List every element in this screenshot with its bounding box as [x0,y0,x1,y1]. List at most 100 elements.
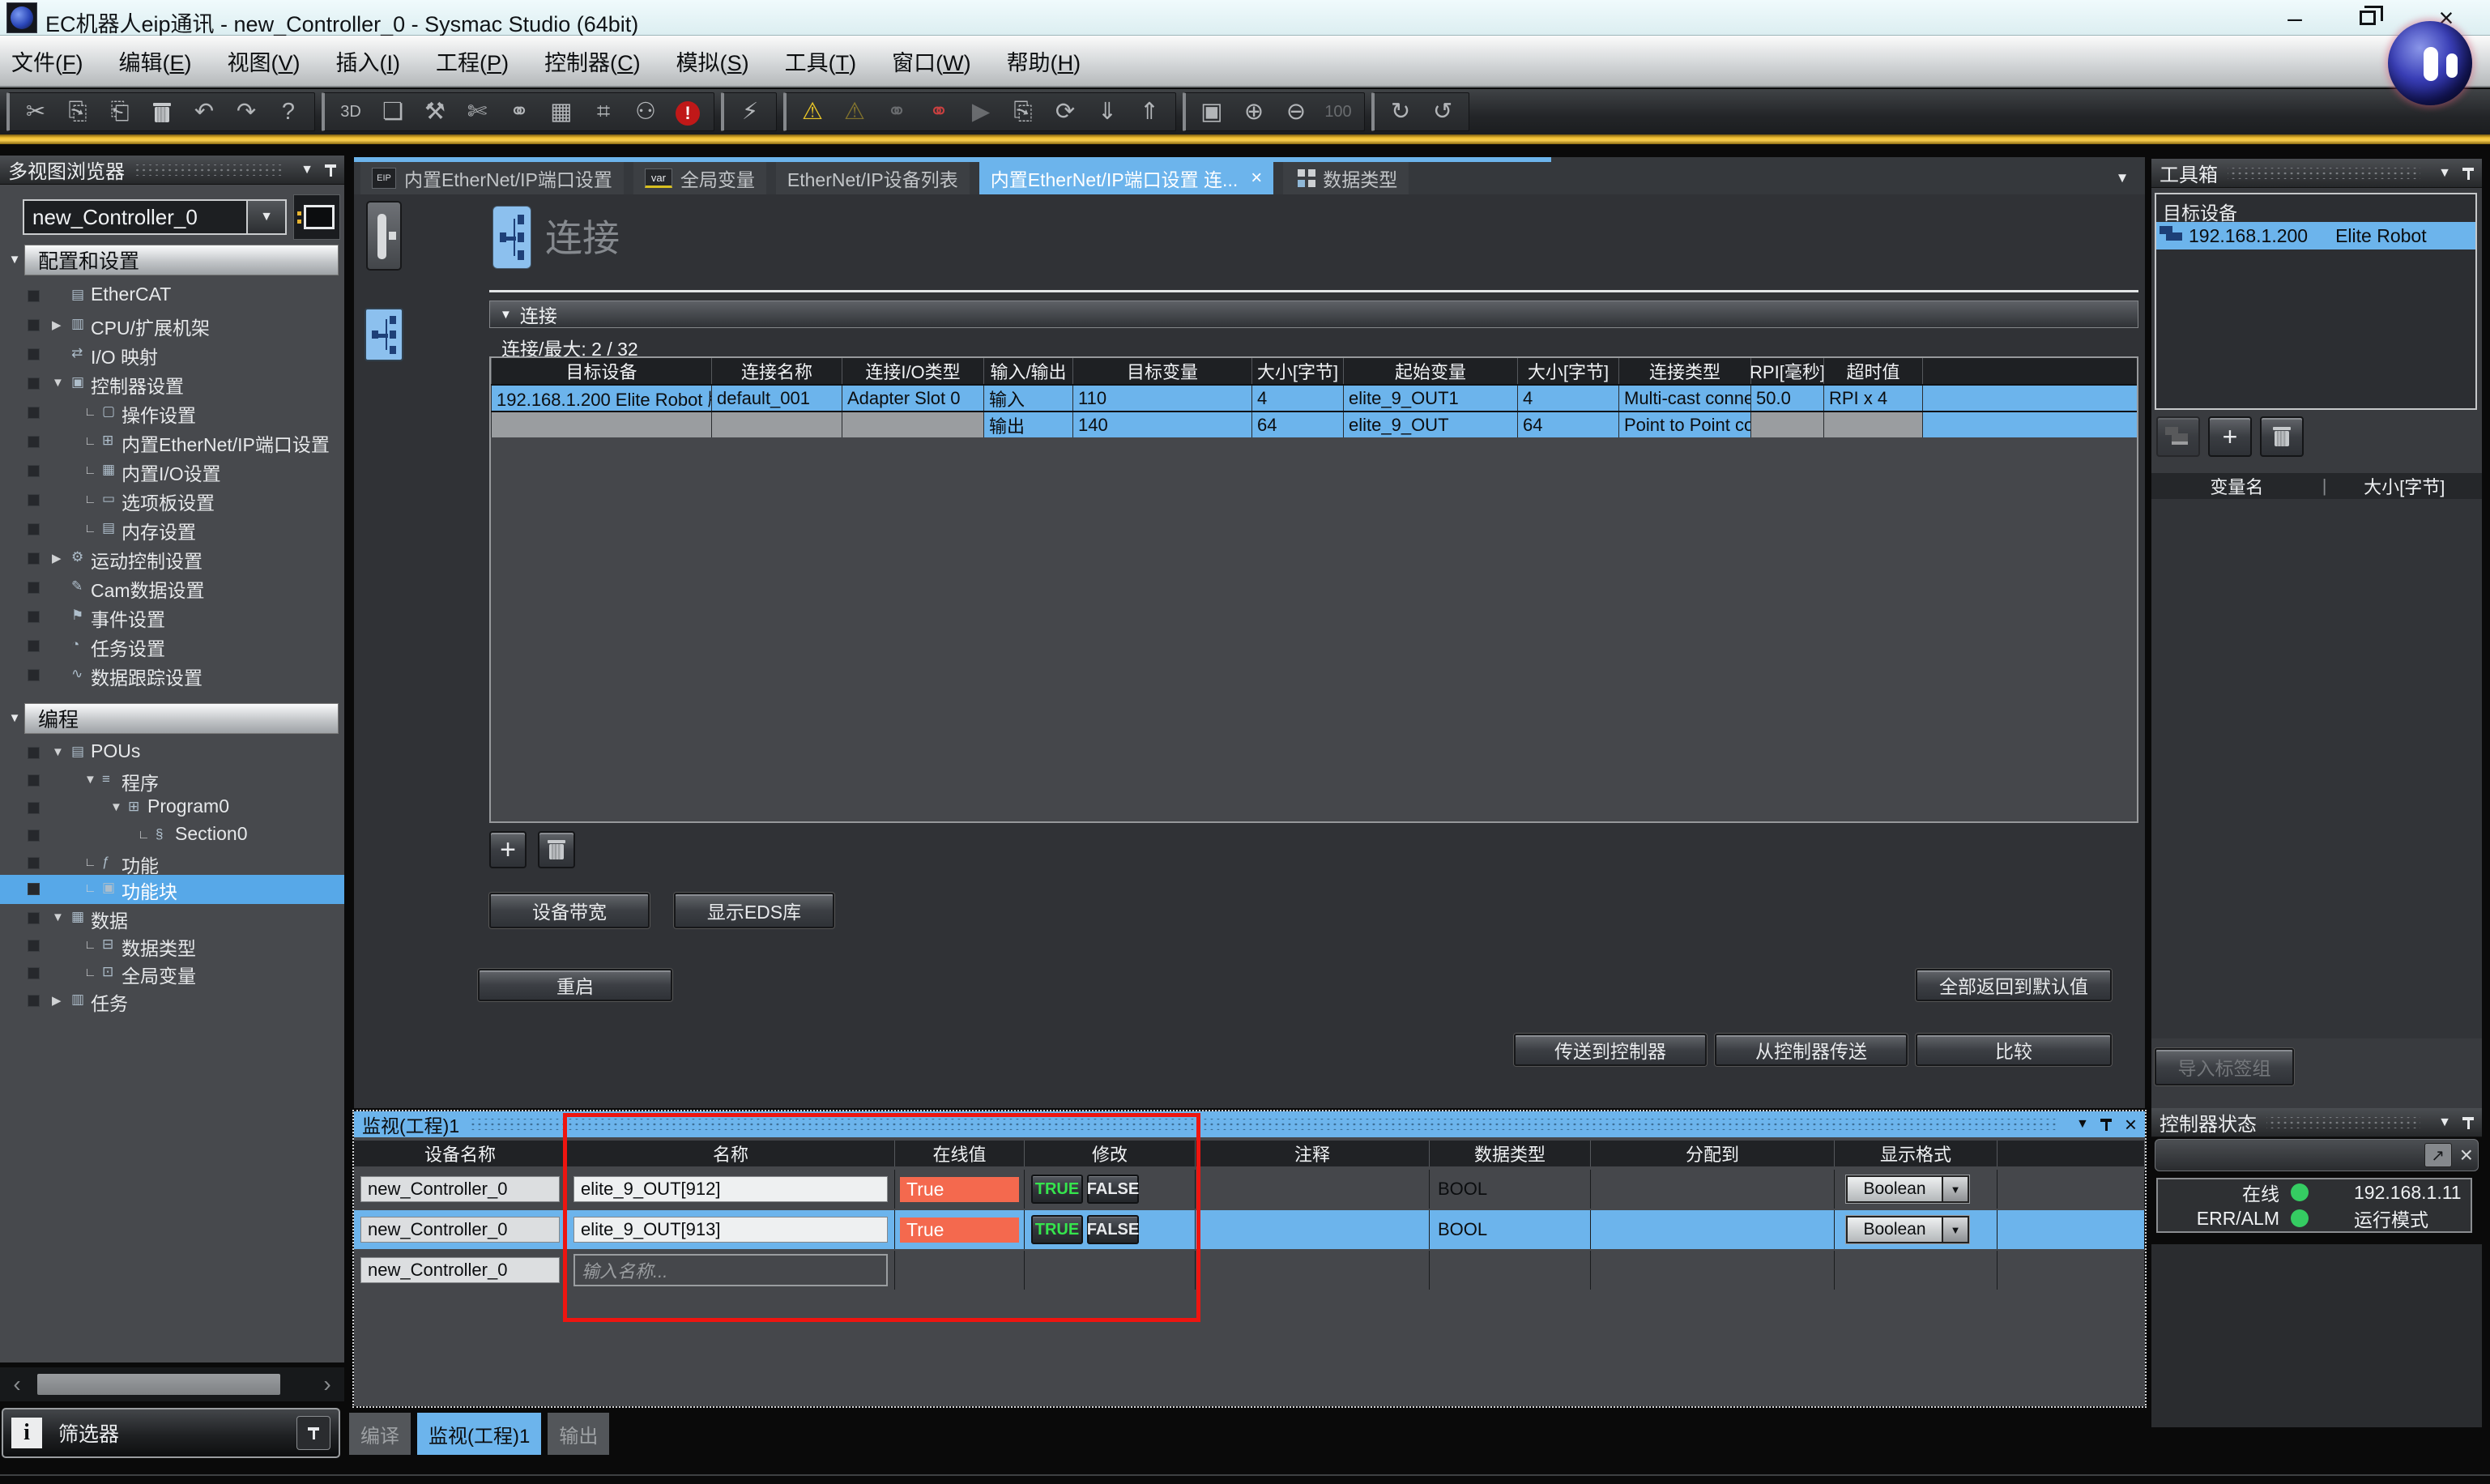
tree-item-section0[interactable]: ∟§Section0 [0,821,344,851]
transfer-from-controller-button[interactable]: 从控制器传送 [1715,1034,1908,1066]
drag-texture[interactable] [2228,168,2420,179]
add-device-button[interactable]: + [2208,416,2252,457]
watch-table-icon[interactable]: ▦ [540,93,582,130]
monitor-stop-icon[interactable]: ⚭ [918,93,960,130]
collapse-icon[interactable]: ▼ [2438,166,2451,181]
new-variable-input[interactable]: 输入名称... [573,1254,888,1286]
collapse-icon[interactable]: ▼ [301,163,313,177]
tab-output[interactable]: 输出 [548,1413,609,1455]
device-name-field[interactable]: new_Controller_0 [360,1176,560,1202]
variable-table-body[interactable] [2151,499,2482,1038]
tree-item-functions[interactable]: ∟ƒ功能 [0,849,344,878]
device-bandwidth-button[interactable]: 设备带宽 [489,893,650,928]
copy-icon[interactable]: ⎘ [57,93,99,130]
menu-simulation[interactable]: 模拟(S) [676,45,749,77]
drag-texture[interactable] [134,164,283,176]
cut-icon[interactable]: ✂ [15,93,57,130]
tree-item-data-trace[interactable]: ∿数据跟踪设置 [0,661,344,690]
tab-builtin-eip-settings[interactable]: EIP内置EtherNet/IP端口设置 [360,162,624,194]
watch-row-new[interactable]: new_Controller_0 输入名称... [354,1251,2145,1290]
simulation-run-icon[interactable]: ⚡ [729,93,771,130]
tree-item-programs[interactable]: ▼≡程序 [0,766,344,795]
redo-icon[interactable]: ↷ [225,93,267,130]
tab-build[interactable]: 编译 [349,1413,411,1455]
menu-controller[interactable]: 控制器(C) [544,45,641,77]
collapse-icon[interactable]: ▼ [2076,1117,2089,1132]
upload-from-controller-icon[interactable]: ⇑ [1128,93,1170,130]
register-device-button[interactable] [2156,416,2200,457]
chevron-down-icon[interactable]: ▼ [246,201,285,233]
set-true-button[interactable]: TRUE [1031,1215,1083,1244]
reset-all-defaults-button[interactable]: 全部返回到默认值 [1916,969,2112,1001]
tree-item-event-settings[interactable]: ⚑事件设置 [0,603,344,632]
connection-row-output[interactable]: 输出 140 64 elite_9_OUT 64 Point to Point … [491,411,2137,437]
fit-view-icon[interactable]: ▣ [1191,93,1233,130]
help-doc-icon[interactable]: ? [267,93,309,130]
device-name-field[interactable]: new_Controller_0 [360,1217,560,1243]
menu-project[interactable]: 工程(P) [436,45,509,77]
tree-item-program0[interactable]: ▼⊞Program0 [0,794,344,823]
tree-item-function-blocks[interactable]: ∟▣功能块 [0,875,344,904]
collapse-icon[interactable]: ▼ [2438,1115,2451,1130]
section-config-arrow[interactable]: ▼ [6,253,23,267]
set-false-button[interactable]: FALSE [1087,1175,1139,1204]
new-window-icon[interactable]: ❏ [372,93,414,130]
close-tab-icon[interactable]: × [1251,167,1262,190]
target-device-item[interactable]: 192.168.1.200 Elite Robot [2156,222,2475,249]
tree-item-io-map[interactable]: ⇄I/O 映射 [0,340,344,369]
tree-item-memory-settings[interactable]: ∟▤内存设置 [0,515,344,544]
filter-bar[interactable]: i 筛选器 [2,1408,340,1458]
tab-list-dropdown[interactable]: ▼ [2106,165,2138,191]
tree-item-ethercat[interactable]: ▤EtherCAT [0,282,344,311]
section-programming[interactable]: 编程 [24,703,339,734]
watch-row-913-selected[interactable]: new_Controller_0 elite_9_OUT[913] True T… [354,1210,2145,1249]
synchronize-icon[interactable]: ⟳ [1044,93,1086,130]
tree-item-pous[interactable]: ▼▤POUs [0,739,344,768]
zoom-100-icon[interactable]: 100 [1317,93,1359,130]
tree-item-motion-control[interactable]: ▶⚙运动控制设置 [0,544,344,574]
menu-window[interactable]: 窗口(W) [892,45,970,77]
compare-button[interactable]: 比较 [1916,1034,2112,1066]
tab-eip-device-list[interactable]: EtherNet/IP设备列表 [776,162,970,194]
monitor-icon[interactable]: ⚭ [876,93,918,130]
add-connection-button[interactable]: + [489,831,527,868]
menu-edit[interactable]: 编辑(E) [119,45,192,77]
pin-icon[interactable] [2100,1117,2112,1132]
cut-connection-icon[interactable]: ✄ [456,93,498,130]
drag-texture[interactable] [2266,1117,2420,1128]
search-icon[interactable]: ⚇ [625,93,667,130]
scroll-left-icon[interactable]: ‹ [0,1371,34,1397]
error-list-icon[interactable]: ! [667,93,709,130]
import-tag-set-button[interactable]: 导入标签组 [2155,1048,2294,1085]
edit-tool-icon[interactable]: ⚒ [414,93,456,130]
connection-row-input[interactable]: 192.168.1.200 Elite Robot 版 default_001 … [491,384,2137,411]
explorer-hscrollbar[interactable]: ‹ › [0,1367,344,1401]
online-warning-icon[interactable]: ⚠ [791,93,834,130]
restart-button[interactable]: 重启 [478,969,672,1001]
paste-icon[interactable]: ⎗ [99,93,141,130]
tab-global-variables[interactable]: var全局变量 [633,162,766,194]
show-eds-library-button[interactable]: 显示EDS库 [674,893,834,928]
close-icon[interactable]: × [2460,1142,2473,1168]
tree-item-controller-settings[interactable]: ▼▣控制器设置 [0,369,344,399]
connection-view-button[interactable] [365,308,403,361]
rotate-left-icon[interactable]: ↺ [1422,93,1464,130]
delete-connection-button[interactable] [538,831,575,868]
io-map-icon[interactable]: ⌗ [582,93,625,130]
tree-item-builtin-ethernet-ip[interactable]: ∟⊞内置EtherNet/IP端口设置 [0,428,344,457]
delete-device-button[interactable] [2260,416,2304,457]
controller-selector[interactable]: new_Controller_0 ▼ [23,199,287,235]
drag-texture[interactable] [469,1119,2058,1130]
display-format-select[interactable]: Boolean▼ [1846,1175,1969,1203]
menu-view[interactable]: 视图(V) [228,45,301,77]
tree-item-task-settings[interactable]: ◔任务设置 [0,632,344,661]
set-true-button[interactable]: TRUE [1031,1175,1083,1204]
rebuild-icon[interactable]: ⎘ [1002,93,1044,130]
display-format-select[interactable]: Boolean▼ [1846,1216,1969,1243]
close-panel-icon[interactable]: × [2125,1112,2137,1137]
menu-insert[interactable]: 插入(I) [336,45,401,77]
menu-file[interactable]: 文件(F) [11,45,83,77]
zoom-out-icon[interactable]: ⊖ [1275,93,1317,130]
tree-item-tasks[interactable]: ▶▥任务 [0,987,344,1016]
undo-icon[interactable]: ↶ [183,93,225,130]
